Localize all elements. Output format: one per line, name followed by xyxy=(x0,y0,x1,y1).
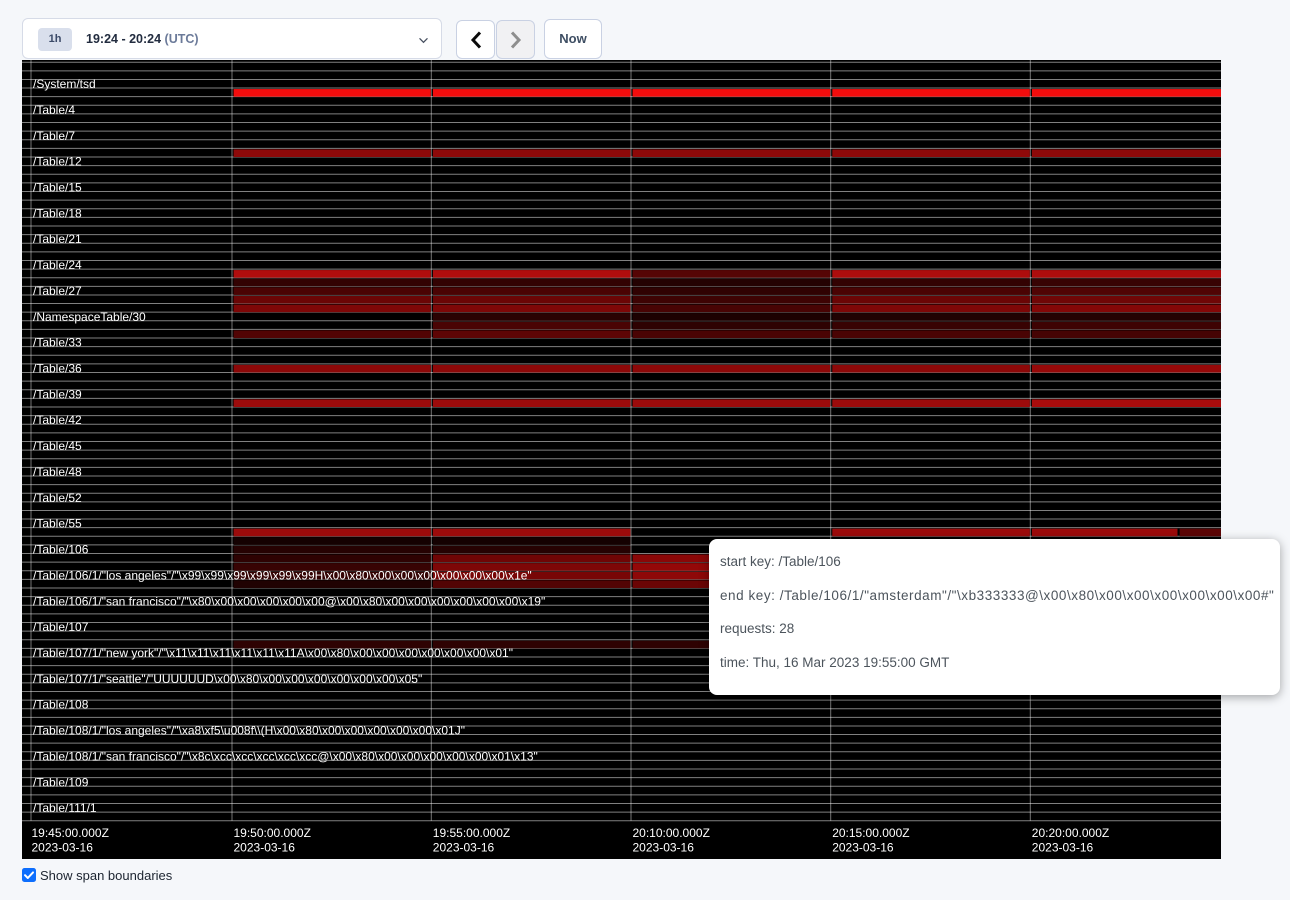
svg-text:/Table/52: /Table/52 xyxy=(33,491,82,505)
svg-text:20:10:00.000Z: 20:10:00.000Z xyxy=(633,826,710,840)
svg-text:/Table/7: /Table/7 xyxy=(33,129,75,143)
svg-text:20:15:00.000Z: 20:15:00.000Z xyxy=(832,826,909,840)
svg-text:/Table/12: /Table/12 xyxy=(33,155,82,169)
svg-text:/Table/24: /Table/24 xyxy=(33,258,82,272)
svg-text:/Table/109: /Table/109 xyxy=(33,775,89,789)
svg-text:/Table/106/1/"los angeles"/"\x: /Table/106/1/"los angeles"/"\x99\x99\x99… xyxy=(33,568,532,582)
svg-text:/Table/107/1/"new york"/"\x11\: /Table/107/1/"new york"/"\x11\x11\x11\x1… xyxy=(33,646,513,660)
svg-text:/Table/33: /Table/33 xyxy=(33,336,82,350)
svg-text:19:45:00.000Z: 19:45:00.000Z xyxy=(32,826,109,840)
svg-text:19:55:00.000Z: 19:55:00.000Z xyxy=(433,826,510,840)
svg-text:2023-03-16: 2023-03-16 xyxy=(32,841,94,855)
svg-text:/Table/106: /Table/106 xyxy=(33,543,89,557)
svg-text:/Table/36: /Table/36 xyxy=(33,362,82,376)
svg-text:2023-03-16: 2023-03-16 xyxy=(1032,841,1094,855)
svg-text:20:20:00.000Z: 20:20:00.000Z xyxy=(1032,826,1109,840)
svg-text:2023-03-16: 2023-03-16 xyxy=(832,841,894,855)
svg-text:/Table/21: /Table/21 xyxy=(33,232,82,246)
svg-text:/Table/15: /Table/15 xyxy=(33,180,82,194)
svg-text:/Table/48: /Table/48 xyxy=(33,465,82,479)
svg-text:/System/tsd: /System/tsd xyxy=(33,77,96,91)
svg-text:19:50:00.000Z: 19:50:00.000Z xyxy=(234,826,311,840)
svg-text:2023-03-16: 2023-03-16 xyxy=(234,841,296,855)
svg-text:2023-03-16: 2023-03-16 xyxy=(633,841,695,855)
svg-text:/Table/55: /Table/55 xyxy=(33,517,82,531)
svg-text:/Table/108/1/"san francisco"/": /Table/108/1/"san francisco"/"\x8c\xcc\x… xyxy=(33,749,538,763)
svg-text:/Table/108/1/"los angeles"/"\x: /Table/108/1/"los angeles"/"\xa8\xf5\u00… xyxy=(33,724,465,738)
svg-text:/Table/107/1/"seattle"/"UUUUUU: /Table/107/1/"seattle"/"UUUUUUD\x00\x80\… xyxy=(33,672,422,686)
svg-text:/Table/39: /Table/39 xyxy=(33,387,82,401)
svg-text:/Table/108: /Table/108 xyxy=(33,698,89,712)
svg-text:/Table/18: /Table/18 xyxy=(33,206,82,220)
svg-text:/Table/4: /Table/4 xyxy=(33,103,75,117)
svg-text:/Table/42: /Table/42 xyxy=(33,413,82,427)
svg-text:/Table/45: /Table/45 xyxy=(33,439,82,453)
svg-text:2023-03-16: 2023-03-16 xyxy=(433,841,495,855)
svg-text:/NamespaceTable/30: /NamespaceTable/30 xyxy=(33,310,146,324)
svg-text:/Table/106/1/"san francisco"/": /Table/106/1/"san francisco"/"\x80\x00\x… xyxy=(33,594,545,608)
svg-text:/Table/27: /Table/27 xyxy=(33,284,82,298)
svg-text:/Table/111/1: /Table/111/1 xyxy=(33,801,97,815)
svg-text:/Table/107: /Table/107 xyxy=(33,620,89,634)
